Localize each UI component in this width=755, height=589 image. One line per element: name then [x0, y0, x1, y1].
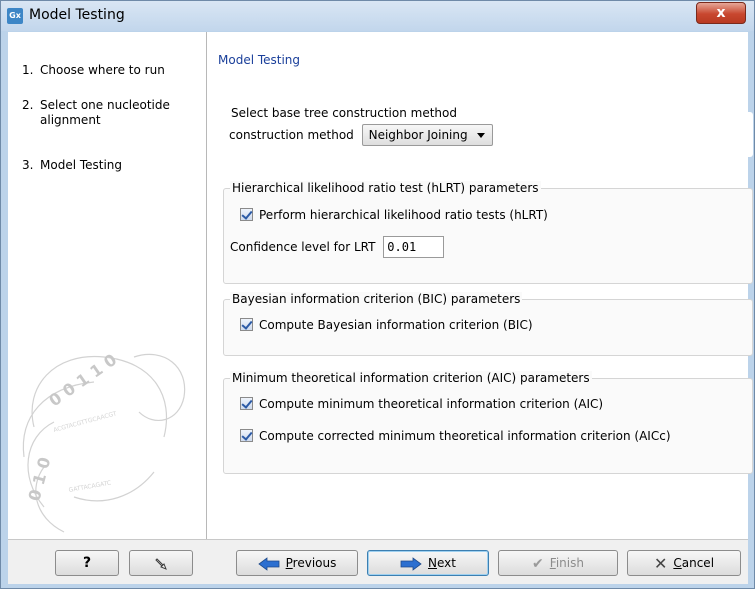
step-number: 1.: [22, 63, 34, 77]
svg-text:GATTACAGATC: GATTACAGATC: [68, 480, 112, 494]
aicc-checkbox-label: Compute corrected minimum theoretical in…: [259, 429, 671, 443]
app-icon: Gx: [7, 8, 23, 24]
hlrt-checkbox-row[interactable]: Perform hierarchical likelihood ratio te…: [240, 205, 548, 225]
finish-label: inish: [555, 556, 584, 570]
construction-method-row: construction method Neighbor Joining: [229, 124, 493, 146]
bic-legend: Bayesian information criterion (BIC) par…: [230, 292, 523, 307]
construction-method-value: Neighbor Joining: [368, 128, 468, 142]
next-button[interactable]: Next: [367, 550, 489, 576]
step-item-3: 3. Model Testing: [22, 158, 190, 173]
cancel-button[interactable]: ✕ Cancel: [627, 550, 741, 576]
aic-checkbox-label: Compute minimum theoretical information …: [259, 397, 604, 411]
bic-checkbox[interactable]: [240, 318, 253, 331]
aic-legend: Minimum theoretical information criterio…: [230, 371, 592, 386]
confidence-label: Confidence level for LRT: [230, 240, 376, 254]
clc-logo-watermark: 0 0 1 1 0 0 1 0 ACGTACGTTGCAACGT GATTACA…: [22, 350, 186, 533]
window-title: Model Testing: [29, 7, 125, 23]
svg-text:0 0 1 1 0: 0 0 1 1 0: [45, 350, 120, 410]
construction-method-label: construction method: [229, 128, 354, 142]
finish-button[interactable]: ✔ Finish: [498, 550, 618, 576]
title-bar[interactable]: Gx Model Testing x: [1, 1, 754, 31]
step-number: 3.: [22, 158, 34, 172]
hlrt-group: Hierarchical likelihood ratio test (hLRT…: [223, 181, 753, 284]
checkmark-icon: ✔: [532, 555, 544, 572]
aic-checkbox-row[interactable]: Compute minimum theoretical information …: [240, 394, 603, 414]
button-bar: ? Previous Next ✔ Finish ✕ Cancel: [8, 539, 748, 584]
step-item-2: 2. Select one nucleotide alignment: [22, 98, 190, 128]
arrow-left-icon: [257, 556, 280, 571]
restore-arrow-icon: [155, 557, 167, 570]
previous-button[interactable]: Previous: [236, 550, 358, 576]
hlrt-checkbox[interactable]: [240, 208, 253, 221]
construction-method-select[interactable]: Neighbor Joining: [361, 124, 493, 146]
cancel-mnemonic: C: [673, 556, 682, 570]
tree-method-legend: Select base tree construction method: [229, 106, 459, 121]
bic-checkbox-row[interactable]: Compute Bayesian information criterion (…: [240, 315, 533, 335]
main-panel: Model Testing Select base tree construct…: [208, 32, 753, 539]
chevron-down-icon: [476, 133, 485, 138]
close-button[interactable]: x: [696, 2, 746, 24]
next-label: ext: [437, 556, 456, 570]
dialog-window: Gx Model Testing x 1. Choose where to run…: [0, 0, 755, 589]
step-number: 2.: [22, 98, 34, 112]
confidence-input[interactable]: 0.01: [383, 236, 445, 258]
step-label: Select one nucleotide alignment: [40, 98, 170, 127]
help-icon: ?: [82, 555, 92, 571]
hlrt-checkbox-label: Perform hierarchical likelihood ratio te…: [259, 208, 548, 222]
bic-checkbox-label: Compute Bayesian information criterion (…: [259, 318, 533, 332]
aic-group: Minimum theoretical information criterio…: [223, 371, 753, 474]
previous-label: revious: [292, 556, 337, 570]
wizard-steps: 1. Choose where to run 2. Select one nucle…: [8, 32, 207, 539]
previous-mnemonic: P: [285, 556, 293, 570]
hlrt-legend: Hierarchical likelihood ratio test (hLRT…: [230, 181, 541, 196]
panel-title: Model Testing: [218, 53, 301, 67]
cancel-label: ancel: [681, 556, 715, 570]
bic-group: Bayesian information criterion (BIC) par…: [223, 292, 753, 356]
step-item-1: 1. Choose where to run: [22, 63, 190, 78]
arrow-right-icon: [400, 556, 422, 571]
svg-text:ACGTACGTTGCAACGT: ACGTACGTTGCAACGT: [53, 410, 118, 434]
step-label: Model Testing: [40, 158, 123, 172]
aicc-checkbox-row[interactable]: Compute corrected minimum theoretical in…: [240, 426, 671, 446]
tree-method-group: Select base tree construction method con…: [223, 106, 753, 157]
restore-defaults-button[interactable]: [129, 550, 193, 576]
confidence-row: Confidence level for LRT 0.01: [230, 236, 445, 258]
aic-checkbox[interactable]: [240, 397, 253, 410]
step-label: Choose where to run: [40, 63, 165, 77]
dialog-client: 1. Choose where to run 2. Select one nucle…: [8, 32, 753, 584]
next-mnemonic: N: [428, 556, 437, 570]
aicc-checkbox[interactable]: [240, 429, 253, 442]
help-button[interactable]: ?: [55, 550, 119, 576]
svg-text:0 1 0: 0 1 0: [25, 455, 55, 503]
cancel-x-icon: ✕: [653, 553, 668, 573]
